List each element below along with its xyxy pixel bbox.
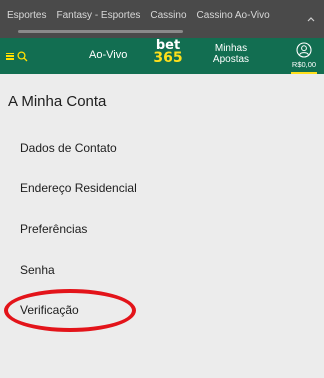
category-tabs: Esportes Fantasy - Esportes Cassino Cass… — [0, 0, 298, 30]
tab-fantasy-esportes[interactable]: Fantasy - Esportes — [56, 10, 140, 21]
apostas-line2: Apostas — [212, 54, 250, 65]
page-title: A Minha Conta — [8, 93, 107, 110]
account-underline — [291, 72, 317, 74]
top-category-bar: Esportes Fantasy - Esportes Cassino Cass… — [0, 0, 324, 38]
user-icon — [296, 42, 312, 58]
bet365-logo[interactable]: bet 365 — [151, 39, 185, 66]
apostas-line1: Minhas — [214, 43, 248, 54]
account-balance: R$0,00 — [291, 60, 317, 69]
category-scrollbar[interactable] — [18, 30, 183, 33]
menu-item-preferencias[interactable]: Preferências — [20, 219, 300, 239]
menu-search-button[interactable] — [6, 44, 38, 68]
menu-item-endereco-residencial[interactable]: Endereço Residencial — [20, 178, 300, 198]
menu-item-senha[interactable]: Senha — [20, 260, 300, 280]
menu-item-dados-de-contato[interactable]: Dados de Contato — [20, 138, 300, 158]
minhas-apostas-link[interactable]: Minhas Apostas — [207, 43, 255, 65]
tab-esportes[interactable]: Esportes — [7, 10, 46, 21]
tab-cassino-ao-vivo[interactable]: Cassino Ao-Vivo — [197, 10, 270, 21]
account-button[interactable]: R$0,00 — [288, 40, 320, 74]
hamburger-icon — [6, 52, 14, 60]
ao-vivo-link[interactable]: Ao-Vivo — [89, 49, 127, 61]
menu-item-verificacao[interactable]: Verificação — [20, 300, 300, 320]
chevron-up-icon[interactable] — [298, 0, 324, 38]
search-icon — [17, 50, 28, 61]
tab-cassino[interactable]: Cassino — [150, 10, 186, 21]
logo-bottom: 365 — [153, 50, 183, 66]
main-header: Ao-Vivo bet 365 Minhas Apostas R$0,00 — [0, 38, 324, 74]
